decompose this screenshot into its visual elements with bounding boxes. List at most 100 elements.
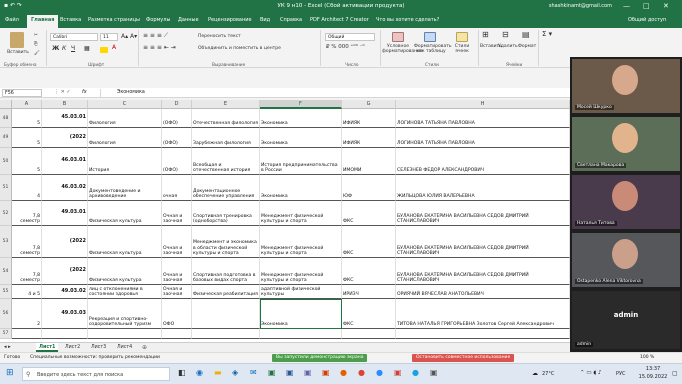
cell-a[interactable]: 5	[12, 148, 42, 175]
cell-g[interactable]: ФКС	[342, 258, 396, 285]
cell-g[interactable]: ФКС	[342, 201, 396, 226]
cell-a[interactable]: 5	[12, 128, 42, 148]
cell-a[interactable]: 7,8 семестр	[12, 226, 42, 258]
column-header-a[interactable]: A	[12, 100, 42, 109]
cell-styles-button[interactable]: Стили ячеек	[450, 44, 474, 54]
cell-c[interactable]: История	[88, 148, 162, 175]
align-left-icon[interactable]: ≡ ≡ ≡ ⇤ ⇥	[143, 45, 176, 51]
cell-f[interactable]: Менеджмент физической культуры и спорта	[260, 201, 342, 226]
cell-e[interactable]	[192, 299, 260, 329]
insert-cells-icon[interactable]: ⊞	[482, 31, 489, 39]
row-header[interactable]: 54	[0, 258, 12, 285]
cell-f[interactable]: Теория и организация адаптивной физическ…	[260, 285, 342, 299]
cell-c[interactable]: Физическая культура	[88, 201, 162, 226]
participant-tile[interactable]: Мосей Шкурко	[572, 59, 680, 113]
cell-d[interactable]: Очная и заочная	[162, 258, 192, 285]
cell-c[interactable]: Филология	[88, 109, 162, 128]
row-header[interactable]: 52	[0, 201, 12, 226]
cell-b[interactable]: 46.03.01	[42, 148, 88, 175]
formula-input[interactable]: Экономика	[100, 89, 560, 97]
cell-c[interactable]: Рекреация и спортивно-оздоровительный ту…	[88, 299, 162, 329]
sheet-tab-4[interactable]: Лист4	[114, 343, 135, 352]
language-indicator[interactable]: РУС	[616, 371, 626, 377]
cell-f[interactable]: История предпринимательства в России	[260, 148, 342, 175]
cell-e[interactable]: Менеджмент и экономика в области физичес…	[192, 226, 260, 258]
select-all-corner[interactable]	[0, 100, 12, 109]
accessibility-status[interactable]: Специальные возможности: проверить реком…	[30, 355, 160, 360]
delete-cells-button[interactable]: Удалить	[498, 44, 518, 49]
cell-d[interactable]: Очная и заочная	[162, 201, 192, 226]
cell-a[interactable]: 4	[12, 175, 42, 201]
column-header-g[interactable]: G	[342, 100, 396, 109]
cell-f[interactable]: Менеджмент физической культуры и спорта	[260, 226, 342, 258]
conditional-format-icon[interactable]	[392, 32, 404, 42]
italic-icon[interactable]: К	[62, 46, 66, 52]
font-size-select[interactable]: 11	[100, 33, 118, 41]
cell-e[interactable]: Зарубежная филология	[192, 128, 260, 148]
cell-e[interactable]	[192, 329, 260, 339]
cell-b[interactable]	[42, 329, 88, 339]
column-header-c[interactable]: C	[88, 100, 162, 109]
cell-h[interactable]: БУЛАНОВА ЕКАТЕРИНА ВАСИЛЬЕВНА СЕДОВ ДМИТ…	[396, 201, 570, 226]
store-icon[interactable]: ◈	[232, 368, 238, 377]
cell-h[interactable]	[396, 329, 570, 339]
zoom-icon[interactable]: ●	[376, 368, 383, 377]
excel-taskbar-icon[interactable]: ▣	[268, 368, 276, 377]
cell-c[interactable]: Физическая культура для лиц с отклонения…	[88, 285, 162, 299]
cell-f[interactable]: Экономика	[260, 299, 342, 329]
format-cells-icon[interactable]: ▤	[522, 31, 530, 39]
participant-tile[interactable]: Наталья Титова	[572, 175, 680, 229]
delete-cells-icon[interactable]: ⊟	[502, 31, 509, 39]
cell-h[interactable]: ЖИЛЬЦОВА ЮЛИЯ ВАЛЕРЬЕВНА	[396, 175, 570, 201]
format-painter-icon[interactable]: 🖌	[34, 51, 40, 56]
cell-e[interactable]: Документационное обеспечение управления	[192, 175, 260, 201]
row-header[interactable]: 57	[0, 329, 12, 339]
notifications-icon[interactable]: ▢	[672, 370, 678, 377]
cell-d[interactable]: (ОФО)	[162, 128, 192, 148]
cell-h[interactable]: ЛОГИНОВА ТАТЬЯНА ПАВЛОВНА	[396, 109, 570, 128]
cell-d[interactable]: (ОФО)	[162, 109, 192, 128]
number-format-select[interactable]: Общий	[325, 33, 375, 41]
tab-page-layout[interactable]: Разметка страницы	[88, 17, 140, 23]
cell-h[interactable]: БУЛАНОВА ЕКАТЕРИНА ВАСИЛЬЕВНА СЕДОВ ДМИТ…	[396, 258, 570, 285]
windows-start-icon[interactable]: ⊞	[6, 368, 14, 378]
app-icon[interactable]: ▣	[430, 368, 438, 377]
font-color-icon[interactable]: A	[112, 45, 116, 51]
cell-f[interactable]: Экономика	[260, 109, 342, 128]
tab-home[interactable]: Главная	[27, 15, 59, 28]
cancel-icon[interactable]: ⋮ ✕ ✓	[54, 89, 71, 95]
cell-h[interactable]: ЛОГИНОВА ТАТЬЯНА ПАВЛОВНА	[396, 128, 570, 148]
row-header[interactable]: 56	[0, 299, 12, 329]
row-header[interactable]: 49	[0, 128, 12, 148]
cell-d[interactable]: Очная и заочная	[162, 285, 192, 299]
file-explorer-icon[interactable]: ▬	[214, 368, 222, 377]
skype-icon[interactable]: ●	[412, 368, 419, 377]
cell-g[interactable]: ИФИЯК	[342, 128, 396, 148]
cell-g[interactable]	[342, 329, 396, 339]
cell-g[interactable]: ФКС	[342, 226, 396, 258]
cell-a[interactable]	[12, 329, 42, 339]
clock-date[interactable]: 15.09.2022	[638, 374, 668, 380]
function-icon[interactable]: fx	[82, 89, 87, 95]
conditional-format-button[interactable]: Условное форматирование	[382, 44, 423, 54]
paste-button[interactable]: Вставить	[4, 50, 32, 55]
powerpoint-icon[interactable]: ▣	[322, 368, 330, 377]
firefox-icon[interactable]: ●	[340, 368, 347, 377]
cut-icon[interactable]: ✂	[34, 33, 38, 38]
copy-icon[interactable]: ⎘	[34, 42, 38, 47]
cell-f[interactable]	[260, 329, 342, 339]
format-cells-button[interactable]: Формат	[518, 44, 536, 49]
cell-h[interactable]: ОРИЯЧИЙ ВЯЧЕСЛАВ АНАТОЛЬЕВИЧ	[396, 285, 570, 299]
sheet-tab-2[interactable]: Лист2	[62, 343, 83, 352]
cell-f[interactable]: Экономика	[260, 175, 342, 201]
sheet-nav-icon[interactable]: ◂ ▸	[4, 344, 11, 350]
merge-center-button[interactable]: Объединить и поместить в центре	[198, 46, 281, 51]
cell-c[interactable]: Филология	[88, 128, 162, 148]
cell-h[interactable]: СЕЛЕЗНЕВ ФЕДОР АЛЕКСАНДРОВИЧ	[396, 148, 570, 175]
tab-formulas[interactable]: Формулы	[146, 17, 170, 23]
cell-g[interactable]: ИРИЗЧ	[342, 285, 396, 299]
cell-e[interactable]: Отечественная филология	[192, 109, 260, 128]
cell-f[interactable]: Экономика	[260, 128, 342, 148]
cell-g[interactable]: ЮФ	[342, 175, 396, 201]
autosum-icon[interactable]: Σ ▾	[542, 31, 552, 38]
